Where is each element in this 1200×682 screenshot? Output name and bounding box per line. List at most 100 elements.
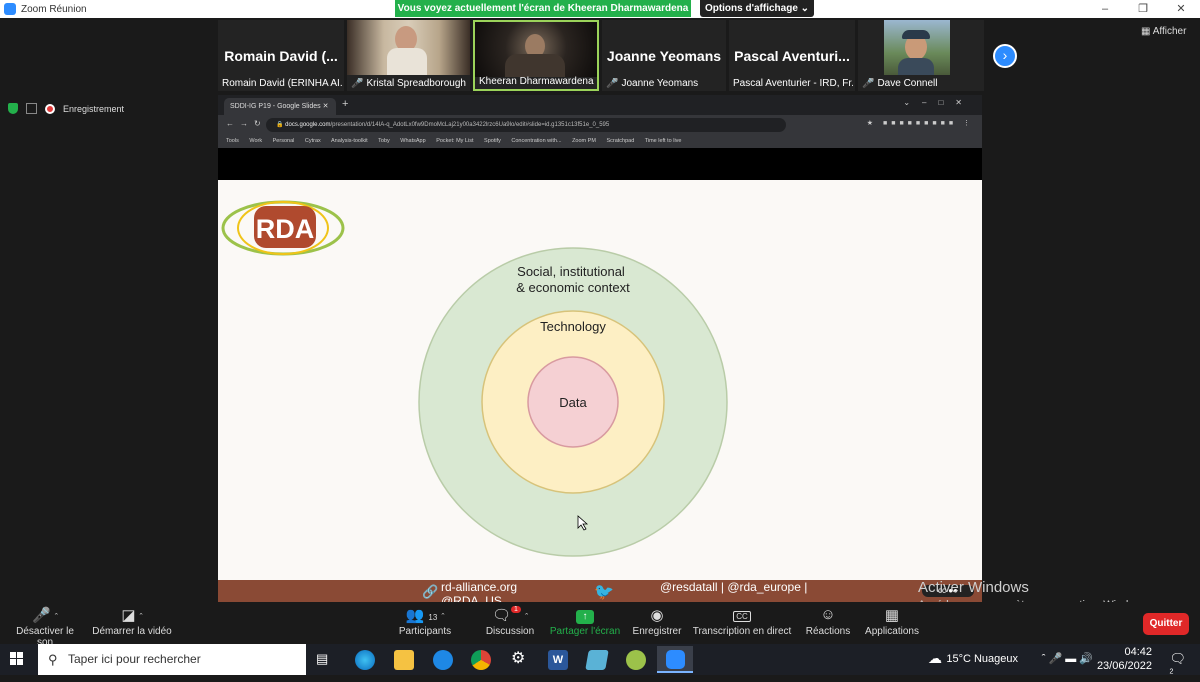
- participant-label: 🎤 Joanne Yeomans: [606, 78, 699, 89]
- chrome-icon[interactable]: [471, 650, 491, 670]
- onedrive-icon[interactable]: [433, 650, 453, 670]
- browser-tab[interactable]: SDDI-IG P19 - Google Slides ✕: [224, 98, 336, 115]
- settings-gear-icon[interactable]: ⚙: [511, 648, 525, 668]
- footer-handles: @resdatall | @rda_europe |: [660, 580, 808, 594]
- shared-browser-window: SDDI-IG P19 - Google Slides ✕ + ⌄–□✕ ←→↻…: [218, 95, 982, 180]
- maximize-button[interactable]: ❐: [1124, 0, 1162, 18]
- bookmark[interactable]: Toby: [378, 138, 390, 144]
- file-explorer-icon[interactable]: [394, 650, 414, 670]
- chat-button[interactable]: 🗨 1 ˆ Discussion: [484, 606, 536, 637]
- cc-icon: CC: [692, 606, 792, 626]
- new-tab-icon[interactable]: +: [342, 98, 348, 110]
- muted-mic-icon: 🎤: [862, 78, 875, 89]
- zoom-taskbar-button[interactable]: [657, 646, 693, 673]
- show-gallery-button[interactable]: ▦ Afficher: [1141, 26, 1186, 37]
- browser-tabbar: SDDI-IG P19 - Google Slides ✕ + ⌄–□✕: [218, 95, 982, 115]
- live-transcription-button[interactable]: CC Transcription en direct: [692, 606, 792, 637]
- view-options-button[interactable]: Options d'affichage ⌄: [700, 0, 814, 17]
- bookmark[interactable]: Cytrax: [305, 138, 321, 144]
- footer-link-1: rd-alliance.org: [441, 580, 518, 594]
- grid-view-icon[interactable]: [26, 103, 37, 114]
- record-icon: ◉: [650, 607, 664, 624]
- bookmark[interactable]: Scratchpad: [606, 138, 634, 144]
- clock-time[interactable]: 04:42: [1124, 646, 1152, 658]
- participants-icon: 👥 13 ˆ: [405, 607, 445, 624]
- bookmark[interactable]: Time left to live: [645, 138, 682, 144]
- footer-link-2: @RDA_US: [441, 594, 502, 602]
- record-dot-icon: [45, 103, 55, 114]
- activate-windows-watermark: Activer Windows: [918, 579, 1029, 596]
- search-icon: ⚲: [48, 652, 58, 667]
- start-video-button[interactable]: ◪ ˆ Démarrer la vidéo: [92, 606, 172, 637]
- participant-tile[interactable]: 🎤 Kristal Spreadborough: [347, 20, 470, 91]
- notification-icon[interactable]: 🗨2: [1169, 651, 1186, 682]
- bookmark[interactable]: Personal: [273, 138, 295, 144]
- nav-icons[interactable]: ←→↻: [226, 119, 267, 128]
- participant-label: Romain David (ERINHA AI...: [222, 78, 342, 89]
- participant-big-name: Romain David (...: [224, 48, 338, 64]
- link-icon: 🔗: [422, 584, 439, 599]
- video-feed: [475, 22, 597, 77]
- presentation-slide: RDA Social, institutional & economic con…: [218, 180, 982, 580]
- slide-diagram: RDA Social, institutional & economic con…: [221, 200, 728, 557]
- tray-icons[interactable]: ˆ 🎤 ▬ 🔊: [1042, 652, 1093, 665]
- microphone-icon: 🎤 ˆ: [32, 607, 58, 624]
- extension-icons[interactable]: ★ ■■■■■■■■■ ⋮: [867, 119, 974, 127]
- participants-button[interactable]: 👥 13 ˆ Participants: [395, 606, 455, 637]
- share-screen-icon: ↑: [549, 606, 621, 626]
- participant-label: 🎤 Kristal Spreadborough: [351, 78, 466, 89]
- app-icon[interactable]: [626, 650, 646, 670]
- close-button[interactable]: ✕: [1162, 0, 1200, 18]
- bookmark[interactable]: Zoom PM: [572, 138, 596, 144]
- participant-big-name: Joanne Yeomans: [606, 48, 722, 64]
- bookmark[interactable]: Work: [249, 138, 262, 144]
- edge-icon[interactable]: [355, 650, 375, 670]
- share-screen-button[interactable]: ↑ Partager l'écran: [549, 606, 621, 637]
- windows-start-icon[interactable]: [10, 652, 24, 666]
- zoom-icon: [4, 3, 16, 15]
- smiley-icon: ☺: [820, 606, 836, 623]
- muted-mic-icon: 🎤: [606, 78, 619, 89]
- next-page-button[interactable]: ›: [993, 44, 1017, 68]
- middle-label: Technology: [540, 319, 606, 334]
- bookmark[interactable]: Analysis-toolkit: [331, 138, 368, 144]
- participant-tile[interactable]: Pascal Aventuri... Pascal Aventurier - I…: [729, 20, 855, 91]
- notes-icon[interactable]: [585, 650, 609, 670]
- video-gallery: Romain David (... Romain David (ERINHA A…: [0, 18, 1200, 93]
- inner-label: Data: [559, 395, 587, 410]
- task-view-icon[interactable]: ▤: [316, 651, 328, 667]
- apps-icon: ▦: [884, 607, 900, 624]
- zoom-icon: [665, 650, 685, 669]
- logo-text: RDA: [256, 214, 315, 244]
- url-field[interactable]: 🔒 docs.google.com/presentation/d/14IA-q_…: [266, 118, 786, 132]
- bookmark[interactable]: Concentration with...: [511, 138, 561, 144]
- participant-tile[interactable]: Romain David (... Romain David (ERINHA A…: [218, 20, 344, 91]
- participant-tile-active-speaker[interactable]: Kheeran Dharmawardena: [473, 20, 599, 91]
- slides-toolbar-area: [218, 148, 982, 180]
- clock-date[interactable]: 23/06/2022: [1097, 660, 1152, 672]
- participant-tile[interactable]: 🎤 Dave Connell: [858, 20, 984, 91]
- record-button[interactable]: ◉ Enregistrer: [630, 606, 684, 637]
- apps-button[interactable]: ▦ Applications: [862, 606, 922, 637]
- reactions-button[interactable]: ☺ Réactions: [802, 606, 854, 637]
- taskbar-search-box[interactable]: ⚲ Taper ici pour rechercher: [38, 644, 306, 675]
- share-banner: Vous voyez actuellement l'écran de Kheer…: [395, 0, 691, 17]
- meeting-controls: 🎤 ˆ Désactiver le son ◪ ˆ Démarrer la vi…: [0, 602, 1200, 648]
- twitter-icon: 🐦: [594, 584, 614, 601]
- outer-label-line-1: Social, institutional: [517, 264, 625, 279]
- minimize-button[interactable]: –: [1086, 0, 1124, 18]
- word-icon[interactable]: W: [548, 650, 568, 670]
- bookmark[interactable]: Spotify: [484, 138, 501, 144]
- leave-meeting-button[interactable]: Quitter: [1143, 613, 1189, 635]
- video-off-icon: ◪ ˆ: [121, 607, 143, 624]
- slide-footer: 🔗 rd-alliance.org @RDA_US 🐦 @resdatall |…: [218, 580, 982, 602]
- bookmark[interactable]: Tools: [226, 138, 239, 144]
- cloud-icon: ☁: [928, 650, 942, 666]
- windows-taskbar: ⚲ Taper ici pour rechercher ▤ ⚙ W ☁ 15°C…: [0, 644, 1200, 676]
- weather-label[interactable]: 15°C Nuageux: [946, 653, 1018, 665]
- bookmark[interactable]: Pocket: My List: [436, 138, 473, 144]
- mute-button[interactable]: 🎤 ˆ Désactiver le son: [8, 606, 82, 648]
- window-controls: ⌄–□✕: [903, 98, 974, 107]
- bookmark[interactable]: WhatsApp: [400, 138, 425, 144]
- participant-tile[interactable]: Joanne Yeomans 🎤 Joanne Yeomans: [602, 20, 726, 91]
